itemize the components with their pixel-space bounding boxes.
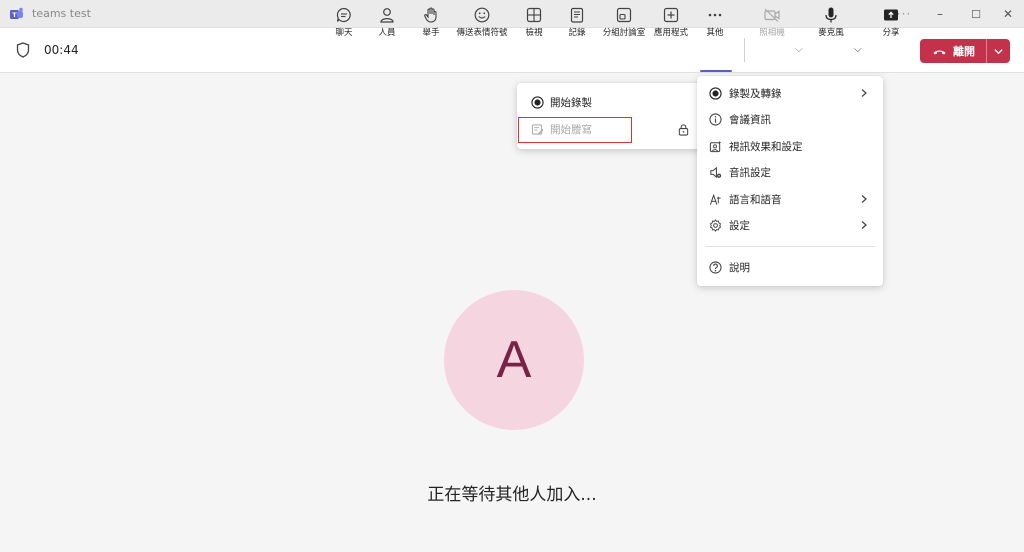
chevron-right-icon [861, 221, 867, 229]
apps-label: 應用程式 [653, 28, 688, 38]
minimize-button[interactable]: – [922, 0, 958, 28]
title-bar: T teams test ··· – ☐ ✕ [0, 0, 1024, 28]
leave-options-button[interactable] [987, 46, 1010, 57]
record-and-transcribe-label: 錄製及轉錄 [729, 87, 782, 100]
breakout-rooms-label: 分組討論室 [602, 28, 646, 38]
settings-label: 設定 [729, 219, 750, 232]
annotation-highlight [518, 117, 632, 143]
more-options-menu: 錄製及轉錄 會議資訊 視訊效果和設定 音訊設定 語言和語音 設定 說明 [697, 76, 883, 286]
participant-avatar: A [444, 290, 584, 430]
notes-button[interactable]: 記錄 [566, 6, 588, 40]
apps-button[interactable]: 應用程式 [653, 6, 689, 40]
language-and-speech-item[interactable]: 語言和語音 [697, 186, 883, 212]
view-button[interactable]: 檢視 [523, 6, 545, 40]
close-window-button[interactable]: ✕ [992, 0, 1024, 28]
meeting-toolbar: 00:44 [0, 28, 1024, 73]
more-icon [708, 13, 722, 17]
svg-text:T: T [12, 11, 17, 19]
camera-label: 照相機 [759, 28, 785, 38]
record-and-transcribe-item[interactable]: 錄製及轉錄 [697, 80, 883, 106]
leave-label: 離開 [953, 45, 975, 58]
close-icon: ✕ [1002, 7, 1014, 21]
send-emoji-label: 傳送表情符號 [456, 28, 508, 38]
minimize-icon: – [937, 7, 943, 21]
breakout-icon [616, 7, 632, 23]
video-effects-item[interactable]: 視訊效果和設定 [697, 133, 883, 159]
people-label: 人員 [378, 28, 396, 38]
toolbar-divider [744, 38, 745, 62]
start-recording-label: 開始錄製 [550, 96, 592, 109]
info-icon [709, 112, 722, 126]
audio-settings-label: 音訊設定 [729, 166, 771, 179]
notes-label: 記錄 [568, 28, 586, 38]
chat-button[interactable]: 聊天 [333, 6, 355, 40]
audio-settings-icon [710, 166, 722, 178]
more-button[interactable]: 其他 [704, 6, 726, 40]
leave-main[interactable]: 離開 [920, 39, 986, 63]
chevron-right-icon [861, 89, 867, 97]
record-icon [709, 86, 722, 100]
start-recording-item[interactable]: 開始錄製 [517, 89, 703, 115]
notes-icon [570, 7, 584, 23]
chevron-right-icon [861, 195, 867, 203]
camera-off-icon [764, 8, 780, 22]
raise-hand-label: 舉手 [422, 28, 440, 38]
camera-button[interactable]: 照相機 [758, 6, 786, 40]
send-emoji-button[interactable]: 傳送表情符號 [455, 6, 509, 40]
window-title: teams test [32, 7, 91, 20]
raise-hand-button[interactable]: 舉手 [420, 6, 442, 40]
help-label: 說明 [729, 261, 750, 274]
microphone-button[interactable]: 麥克風 [817, 6, 845, 40]
lock-icon [678, 123, 689, 136]
leave-button[interactable]: 離開 [920, 39, 1010, 63]
share-button[interactable]: 分享 [880, 6, 902, 40]
avatar-initial: A [496, 331, 532, 389]
help-icon [709, 260, 722, 274]
settings-item[interactable]: 設定 [697, 212, 883, 238]
chevron-down-icon [994, 48, 1003, 54]
share-label: 分享 [882, 28, 900, 38]
people-icon [380, 8, 394, 23]
shield-icon[interactable] [16, 42, 30, 58]
mic-icon [825, 7, 837, 23]
share-icon [884, 9, 898, 21]
camera-options-chevron-icon[interactable]: ⌵ [795, 44, 803, 55]
emoji-icon [474, 7, 490, 23]
menu-divider [705, 246, 875, 247]
microphone-label: 麥克風 [818, 28, 844, 38]
view-label: 檢視 [525, 28, 543, 38]
maximize-icon: ☐ [971, 7, 981, 21]
settings-gear-icon [709, 218, 722, 232]
help-item[interactable]: 說明 [697, 254, 883, 280]
meeting-info-item[interactable]: 會議資訊 [697, 106, 883, 132]
maximize-button[interactable]: ☐ [958, 0, 994, 28]
waiting-message: 正在等待其他人加入... [427, 485, 597, 505]
record-icon [531, 95, 544, 109]
microphone-options-chevron-icon[interactable]: ⌵ [854, 44, 862, 55]
language-and-speech-label: 語言和語音 [729, 193, 782, 206]
phone-hangup-icon [933, 49, 946, 54]
more-label: 其他 [706, 28, 724, 38]
active-tab-indicator [700, 70, 732, 72]
people-button[interactable]: 人員 [376, 6, 398, 40]
chat-label: 聊天 [335, 28, 353, 38]
add-app-icon [663, 7, 679, 23]
meeting-timer: 00:44 [44, 43, 79, 57]
teams-logo-icon: T [10, 7, 23, 19]
language-icon [709, 193, 721, 205]
meeting-info-label: 會議資訊 [729, 113, 771, 126]
view-grid-icon [526, 7, 542, 23]
breakout-rooms-button[interactable]: 分組討論室 [601, 6, 647, 40]
audio-settings-item[interactable]: 音訊設定 [697, 159, 883, 185]
video-effects-label: 視訊效果和設定 [729, 140, 803, 153]
video-effects-icon [709, 140, 722, 152]
raise-hand-icon [424, 7, 437, 23]
chat-icon [336, 7, 351, 23]
